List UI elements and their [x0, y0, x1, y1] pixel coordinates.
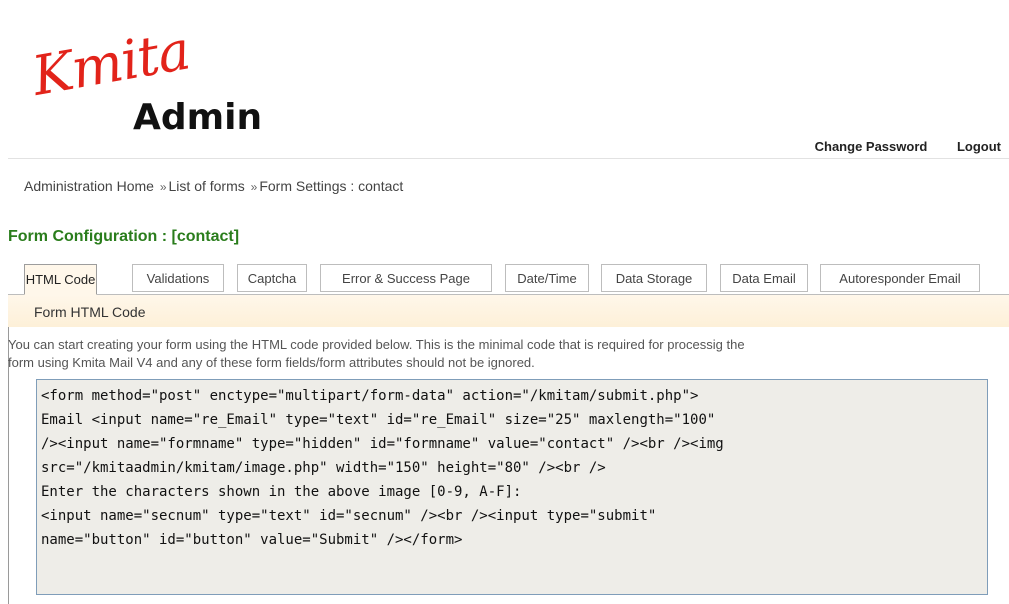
tab-validations[interactable]: Validations	[132, 264, 224, 292]
breadcrumb: Administration Home » List of forms » Form…	[24, 178, 403, 194]
tab-autoresponder-email[interactable]: Autoresponder Email	[820, 264, 980, 292]
intro-text: You can start creating your form using t…	[8, 336, 1009, 372]
tab-html-code[interactable]: HTML Code	[24, 264, 97, 295]
intro-line: You can start creating your form using t…	[8, 337, 745, 352]
intro-line: form using Kmita Mail V4 and any of thes…	[8, 355, 535, 370]
code-line: /><input name="formname" type="hidden" i…	[41, 436, 724, 452]
section-title: Form HTML Code	[8, 294, 1009, 327]
logo-admin-word: Admin	[133, 97, 263, 138]
tab-data-storage[interactable]: Data Storage	[601, 264, 707, 292]
header: Kmita Admin Change Password Logout	[8, 8, 1009, 159]
change-password-link[interactable]: Change Password	[815, 139, 928, 154]
top-links: Change Password Logout	[789, 139, 1001, 154]
code-line: src="/kmitaadmin/kmitam/image.php" width…	[41, 460, 606, 476]
logout-link[interactable]: Logout	[957, 139, 1001, 154]
html-code-textarea[interactable]: <form method="post" enctype="multipart/f…	[36, 379, 988, 595]
tab-date-time[interactable]: Date/Time	[505, 264, 589, 292]
code-line: Email <input name="re_Email" type="text"…	[41, 412, 716, 428]
code-line: Enter the characters shown in the above …	[41, 484, 522, 500]
breadcrumb-list[interactable]: List of forms	[169, 178, 245, 194]
breadcrumb-separator: »	[250, 180, 258, 194]
page-title: Form Configuration : [contact]	[8, 228, 240, 245]
code-line: <input name="secnum" type="text" id="sec…	[41, 508, 657, 524]
tab-data-email[interactable]: Data Email	[720, 264, 808, 292]
logo-script: Kmita	[27, 18, 195, 108]
breadcrumb-current: Form Settings : contact	[259, 178, 404, 194]
tab-captcha[interactable]: Captcha	[237, 264, 307, 292]
tab-error-success-page[interactable]: Error & Success Page	[320, 264, 492, 292]
breadcrumb-home[interactable]: Administration Home	[24, 178, 154, 194]
code-line: <form method="post" enctype="multipart/f…	[41, 388, 699, 404]
breadcrumb-separator: »	[159, 180, 167, 194]
code-line: name="button" id="button" value="Submit"…	[41, 532, 463, 548]
